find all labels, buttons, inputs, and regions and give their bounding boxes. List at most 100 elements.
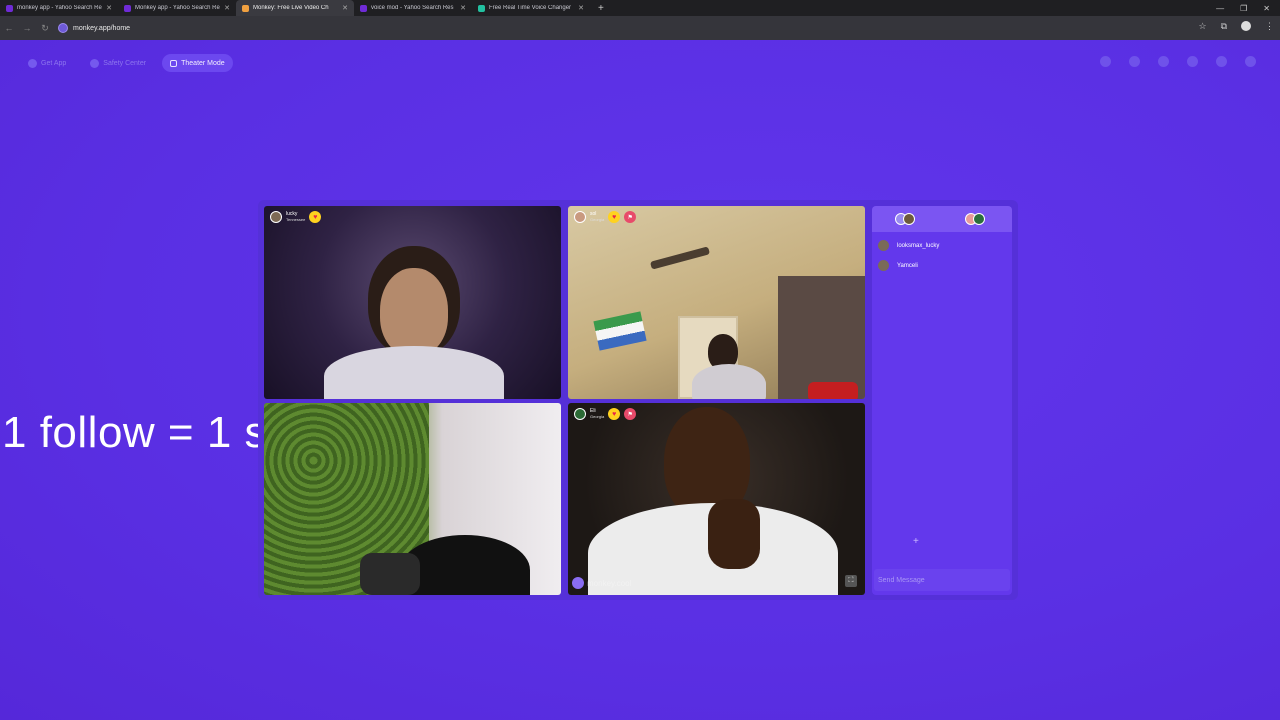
monkey-logo-icon xyxy=(572,577,584,589)
bookmark-star-icon[interactable]: ☆ xyxy=(1198,21,1206,32)
extensions-icon[interactable]: ⧉ xyxy=(1221,21,1227,32)
avatar xyxy=(903,213,915,225)
video-tile-sol: sol Georgia ♥ ⚑ xyxy=(568,206,865,399)
new-tab-icon[interactable]: + xyxy=(590,3,612,14)
member-name: looksmax_lucky xyxy=(897,242,940,249)
browser-tab[interactable]: monkey app - Yahoo Search Re ✕ xyxy=(0,0,118,16)
history-icon[interactable] xyxy=(1187,56,1198,67)
participant-hand xyxy=(708,499,760,569)
close-tab-icon[interactable]: ✕ xyxy=(342,4,348,12)
pair-avatars-left[interactable] xyxy=(895,213,915,225)
participant-location: Georgia xyxy=(590,216,605,222)
browser-tab[interactable]: voice mod - Yahoo Search Res ✕ xyxy=(354,0,472,16)
browser-tab-active[interactable]: Monkey: Free Live Video Ch ✕ xyxy=(236,0,354,16)
messages-icon[interactable] xyxy=(1216,56,1227,67)
forward-icon[interactable]: → xyxy=(18,23,36,33)
list-item[interactable]: Yamceli xyxy=(878,260,1006,271)
close-tab-icon[interactable]: ✕ xyxy=(224,4,230,12)
coin-icon[interactable] xyxy=(1158,56,1169,67)
profile-icon[interactable] xyxy=(1245,56,1256,67)
participant-name-block: lucky Tennessee xyxy=(286,211,306,222)
url-text: monkey.app/home xyxy=(73,24,131,32)
avatar xyxy=(574,211,586,223)
avatar xyxy=(270,211,282,223)
tab-title: Free Real Time Voice Changer xyxy=(489,5,572,11)
participant-name-block: sol Georgia xyxy=(590,211,605,222)
report-flag-icon[interactable]: ⚑ xyxy=(624,211,637,223)
heart-icon[interactable]: ♥ xyxy=(608,211,621,223)
search-icon[interactable] xyxy=(1129,56,1140,67)
red-pillow xyxy=(808,382,858,399)
participant-hoodie xyxy=(692,364,766,399)
address-bar: ← → ↻ monkey.app/home ☆ ⧉ ⋮ xyxy=(0,16,1280,40)
get-app-button[interactable]: Get App xyxy=(20,54,74,72)
avatar xyxy=(973,213,985,225)
participant-hoodie xyxy=(324,346,504,399)
member-name: Yamceli xyxy=(897,262,918,269)
video-tile-self xyxy=(264,403,561,595)
tab-title: Monkey: Free Live Video Ch xyxy=(253,5,329,11)
monkey-favicon-icon xyxy=(242,4,249,12)
watermark-text: monkey.cool xyxy=(587,578,632,588)
participant-tag: sol Georgia ♥ ⚑ xyxy=(574,211,637,223)
close-tab-icon[interactable]: ✕ xyxy=(106,4,112,12)
maximize-icon[interactable]: ❐ xyxy=(1240,4,1247,13)
participant-face xyxy=(380,268,448,356)
headboard xyxy=(778,276,865,399)
participant-location: Tennessee xyxy=(286,216,306,222)
report-flag-icon[interactable]: ⚑ xyxy=(624,408,637,420)
participant-name-block: Eli Georgia xyxy=(590,408,604,419)
close-tab-icon[interactable]: ✕ xyxy=(578,4,584,12)
close-window-icon[interactable]: ✕ xyxy=(1263,4,1270,13)
avatar xyxy=(878,240,889,251)
tab-title: voice mod - Yahoo Search Res xyxy=(371,5,454,11)
crosshair-cursor-icon: + xyxy=(913,536,919,547)
reload-icon[interactable]: ↻ xyxy=(36,23,54,34)
shield-icon xyxy=(90,58,100,68)
theater-mode-label: Theater Mode xyxy=(181,59,225,67)
list-item[interactable]: looksmax_lucky xyxy=(878,240,1006,251)
page-toolbar: Get App Safety Center Theater Mode xyxy=(20,54,233,72)
monkey-page: Get App Safety Center Theater Mode 1 fol… xyxy=(0,40,1280,720)
send-message-placeholder: Send Message xyxy=(878,576,925,584)
avatar xyxy=(574,408,586,420)
browser-actions: ☆ ⧉ ⋮ xyxy=(1198,21,1274,32)
heart-icon[interactable]: ♥ xyxy=(309,211,322,223)
header-icons xyxy=(1100,56,1256,67)
phone-icon xyxy=(28,58,37,68)
safety-center-button[interactable]: Safety Center xyxy=(82,54,154,72)
heart-icon[interactable]: ♥ xyxy=(608,408,621,420)
back-icon[interactable]: ← xyxy=(0,23,18,33)
chair-shadow xyxy=(360,553,420,595)
wall-flag xyxy=(593,311,647,351)
theater-mode-button[interactable]: Theater Mode xyxy=(162,54,233,72)
monkey-watermark: monkey.cool xyxy=(572,577,631,589)
fullscreen-icon[interactable]: ⛶ xyxy=(845,575,857,587)
window-controls: — ❐ ✕ xyxy=(1216,0,1276,16)
chat-header xyxy=(872,206,1012,232)
video-chat-stage: lucky Tennessee ♥ sol Georgia ♥ ⚑ Eli Ge… xyxy=(258,200,1018,600)
yahoo-favicon-icon xyxy=(124,4,131,12)
tab-title: Monkey app - Yahoo Search Re xyxy=(135,5,220,11)
member-list: looksmax_lucky Yamceli xyxy=(872,232,1012,288)
yahoo-favicon-icon xyxy=(6,4,13,12)
video-tile-lucky: lucky Tennessee ♥ xyxy=(264,206,561,399)
participant-tag: Eli Georgia ♥ ⚑ xyxy=(574,408,637,420)
send-message-input[interactable]: Send Message xyxy=(874,569,1010,591)
safety-center-label: Safety Center xyxy=(103,59,147,67)
browser-tab[interactable]: Monkey app - Yahoo Search Re ✕ xyxy=(118,0,236,16)
avatar xyxy=(878,260,889,271)
browser-menu-icon[interactable]: ⋮ xyxy=(1265,21,1274,32)
video-tile-eli: Eli Georgia ♥ ⚑ monkey.cool ⛶ xyxy=(568,403,865,595)
minimize-icon[interactable]: — xyxy=(1216,4,1224,13)
yahoo-favicon-icon xyxy=(360,4,367,12)
url-field[interactable]: monkey.app/home xyxy=(58,23,130,33)
site-info-icon[interactable] xyxy=(58,23,68,33)
get-app-label: Get App xyxy=(41,59,67,67)
browser-tab-strip: monkey app - Yahoo Search Re ✕ Monkey ap… xyxy=(0,0,1280,16)
pair-avatars-right[interactable] xyxy=(965,213,985,225)
close-tab-icon[interactable]: ✕ xyxy=(460,4,466,12)
browser-tab[interactable]: Free Real Time Voice Changer ✕ xyxy=(472,0,590,16)
shop-icon[interactable] xyxy=(1100,56,1111,67)
profile-avatar[interactable] xyxy=(1241,21,1251,31)
